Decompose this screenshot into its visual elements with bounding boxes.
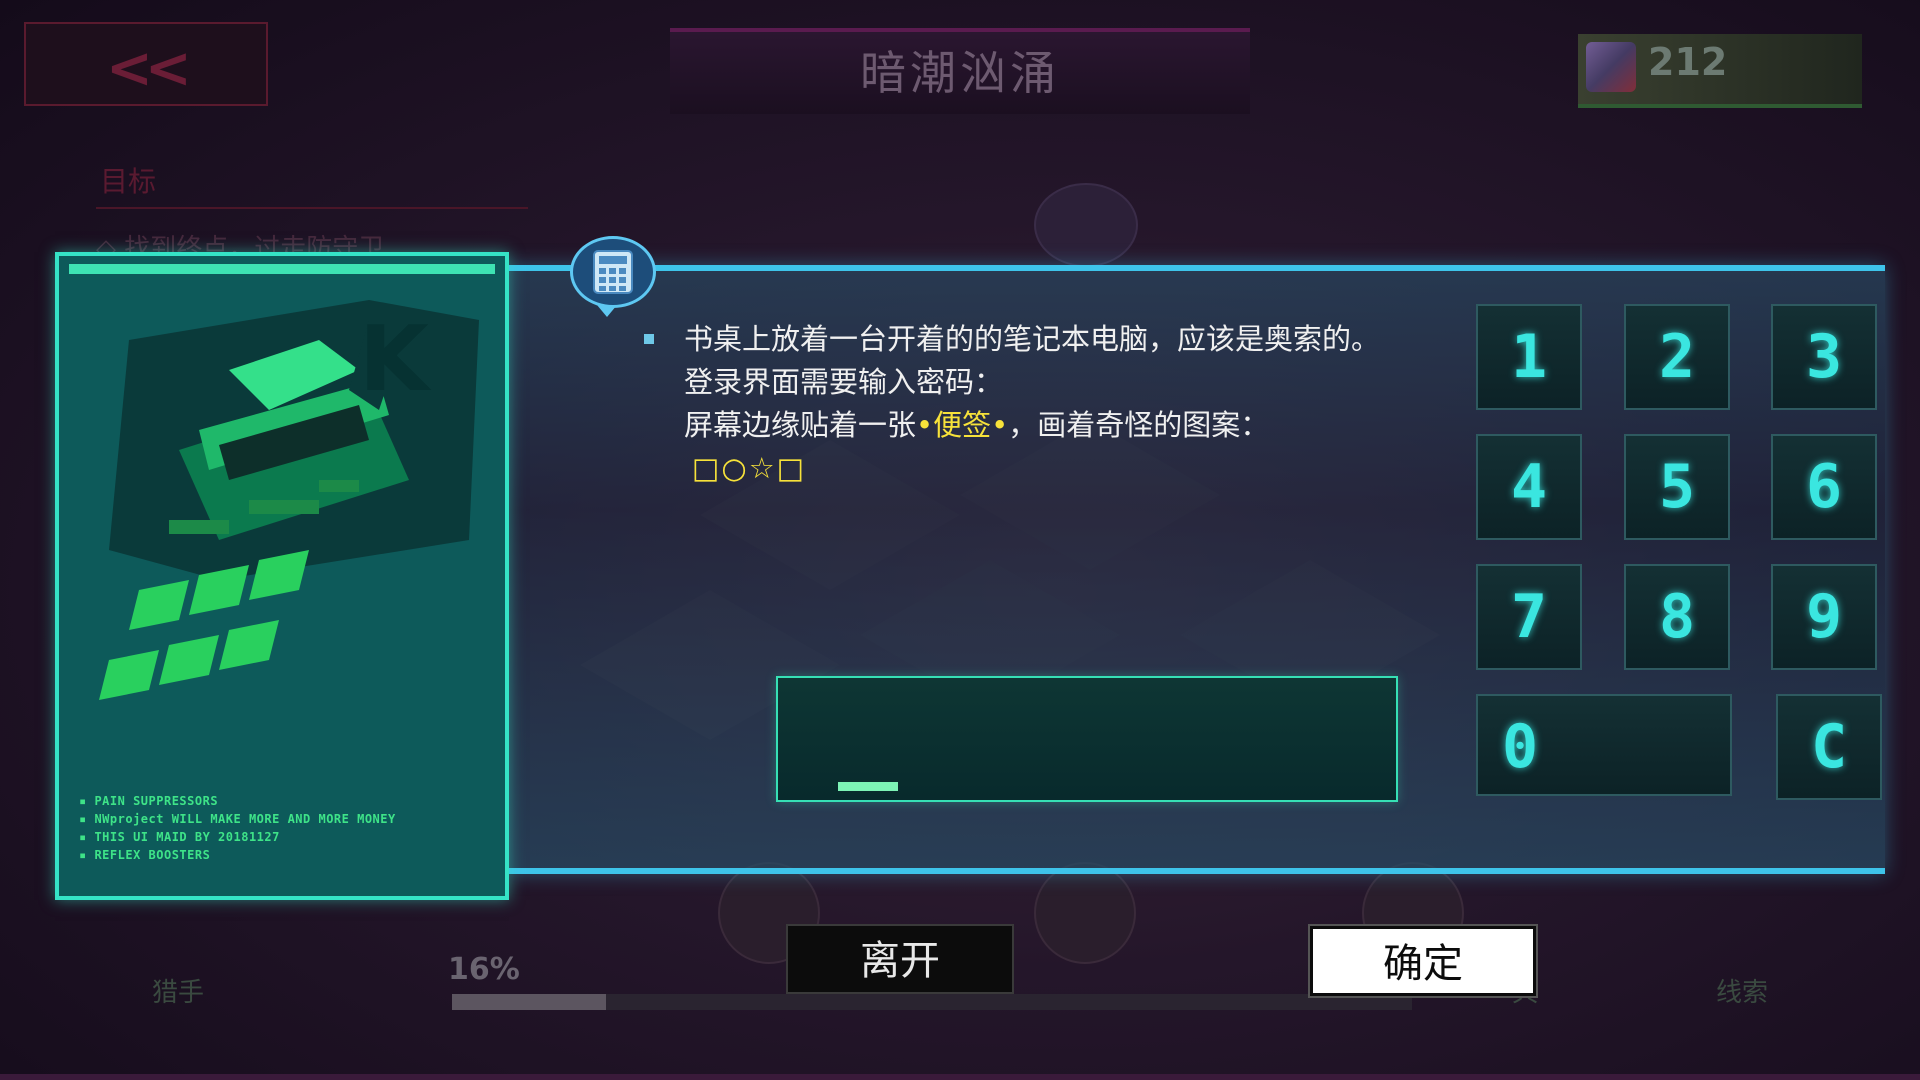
card-line: NWproject WILL MAKE MORE AND MORE MONEY: [79, 810, 396, 828]
keypad-8[interactable]: 8: [1624, 564, 1730, 670]
crystal-cube-icon: [1586, 42, 1636, 92]
currency-amount: 212: [1648, 40, 1728, 84]
progress-bar: [452, 994, 1412, 1010]
hunter-label: 猎手: [152, 978, 205, 1008]
svg-text:K: K: [359, 307, 432, 412]
line3-post: ，画着奇怪的图案：: [1008, 408, 1270, 442]
description-line-3: 屏幕边缘贴着一张•便签•，画着奇怪的图案：: [684, 404, 1380, 447]
clues-label: 线索: [1716, 978, 1769, 1008]
card-top-strip: [69, 264, 495, 274]
leave-button[interactable]: 离开: [786, 924, 1014, 994]
back-button[interactable]: <<: [24, 22, 268, 106]
keypad-3[interactable]: 3: [1771, 304, 1877, 410]
card-line: PAIN SUPPRESSORS: [79, 792, 396, 810]
line3-pre: 屏幕边缘贴着一张: [684, 408, 917, 442]
sticky-note-link[interactable]: •便签•: [916, 408, 1008, 442]
pattern-symbols: □○☆□: [692, 451, 807, 485]
calculator-hack-illustration-icon: K: [99, 300, 479, 700]
description-line-1: 书桌上放着一台开着的的笔记本电脑，应该是奥索的。: [684, 322, 1381, 356]
card-text-list: PAIN SUPPRESSORS NWproject WILL MAKE MOR…: [79, 792, 396, 864]
card-line: REFLEX BOOSTERS: [79, 846, 396, 864]
objective-divider: [96, 207, 528, 209]
calculator-hint-icon: [1034, 183, 1138, 267]
keypad-6[interactable]: 6: [1771, 434, 1877, 540]
level-title-bar: 暗潮汹涌: [670, 28, 1250, 114]
keypad-clear[interactable]: C: [1776, 694, 1882, 800]
puzzle-description: 书桌上放着一台开着的的笔记本电脑，应该是奥索的。 登录界面需要输入密码： 屏幕边…: [644, 318, 1381, 490]
calculator-bubble: [570, 236, 656, 317]
objective-label: 目标: [100, 165, 157, 198]
keypad-5[interactable]: 5: [1624, 434, 1730, 540]
currency-display: 212: [1578, 34, 1862, 108]
bullet-icon: [644, 334, 654, 344]
keypad-9[interactable]: 9: [1771, 564, 1877, 670]
hacker-card: K PAIN SUPPRESSORS NWproject WILL MAKE M…: [55, 252, 509, 900]
keypad-0[interactable]: 0: [1476, 694, 1732, 796]
calculator-icon: [593, 250, 633, 294]
keypad-2[interactable]: 2: [1624, 304, 1730, 410]
bottom-border: [0, 1074, 1920, 1080]
description-line-2: 登录界面需要输入密码：: [684, 365, 1004, 399]
progress-fill: [452, 994, 606, 1010]
keypad-1[interactable]: 1: [1476, 304, 1582, 410]
confirm-button[interactable]: 确定: [1308, 924, 1538, 998]
keypad-4[interactable]: 4: [1476, 434, 1582, 540]
password-input[interactable]: [776, 676, 1398, 802]
progress-percent: 16%: [448, 952, 520, 987]
input-cursor: [838, 782, 898, 791]
card-line: THIS UI MAID BY 20181127: [79, 828, 396, 846]
briefcase-slot-icon: [1034, 862, 1136, 964]
keypad-7[interactable]: 7: [1476, 564, 1582, 670]
level-title: 暗潮汹涌: [860, 46, 1060, 100]
double-chevron-left-icon: <<: [106, 36, 192, 101]
